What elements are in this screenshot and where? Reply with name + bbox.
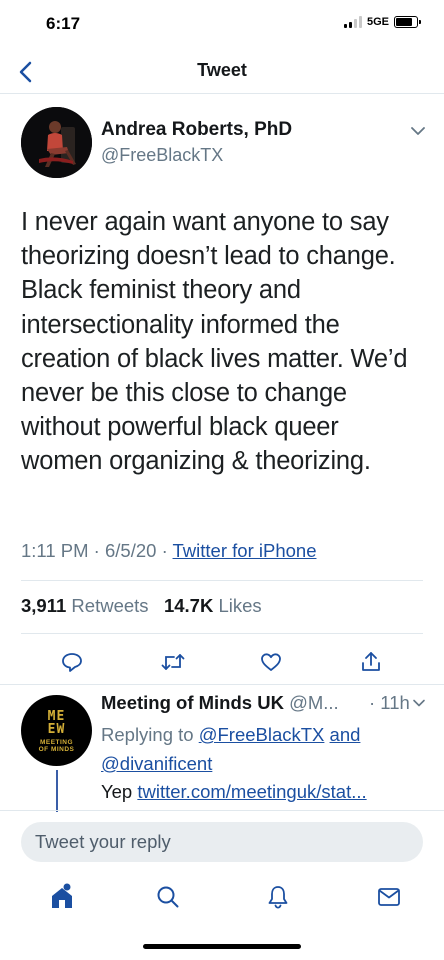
tweet-text: I never again want anyone to say theoriz… [21,208,408,476]
status-bar: 6:17 5GE [0,0,444,48]
notifications-icon [268,886,288,909]
share-button[interactable] [358,649,384,675]
signal-icon [343,16,362,28]
page-title: Tweet [197,60,247,80]
reply-icon [62,653,82,672]
like-icon [261,653,281,671]
replying-user-link[interactable]: @divanificent [101,753,212,774]
replying-to: Replying to @FreeBlackTX and @divanifice… [101,720,411,778]
avatar[interactable]: ME EW MEETING OF MINDS [21,695,92,766]
messages-icon [378,888,400,906]
avatar-logo-text: MEETING OF MINDS [38,739,75,753]
reply-text-body: Yep [101,781,133,802]
reply-header: Meeting of Minds UK @M... · 11h [101,692,431,714]
meta-separator: · [161,540,173,561]
tab-bar [0,872,444,922]
tweet-stats: 3,911 Retweets 14.7K Likes [21,595,262,617]
chevron-down-icon[interactable] [412,696,426,710]
avatar[interactable] [21,107,92,178]
share-icon [362,652,380,671]
reply-input-placeholder: Tweet your reply [35,831,171,852]
battery-icon [394,16,421,28]
meeting-of-minds-logo: ME EW [47,709,66,737]
status-time: 6:17 [46,14,81,33]
tweet-timestamp: 1:11 PM · 6/5/20 · Twitter for iPhone [21,540,316,562]
chevron-down-icon[interactable] [410,123,426,139]
reply-author-handle[interactable]: @M... [289,692,339,713]
tab-notifications[interactable] [263,882,293,912]
reply-input[interactable]: Tweet your reply [21,822,423,862]
search-icon [157,886,179,908]
home-indicator [143,944,301,949]
tweet-date: 6/5/20 [104,540,157,561]
retweets-label: Retweets [71,595,149,616]
reply-author-name[interactable]: Meeting of Minds UK [101,692,284,713]
retweets-count: 3,911 [21,595,67,616]
replying-user-link[interactable]: @FreeBlackTX [199,724,325,745]
likes-stat[interactable]: 14.7K Likes [164,595,262,616]
tab-messages[interactable] [374,882,404,912]
divider [21,633,423,634]
retweet-icon [161,654,185,670]
likes-label: Likes [218,595,262,616]
status-indicators: 5GE [343,16,421,28]
nav-bar: Tweet [0,48,444,94]
tweet-source-link[interactable]: Twitter for iPhone [173,540,317,561]
home-icon [52,883,72,908]
likes-count: 14.7K [163,595,214,616]
thread-line [56,770,58,812]
retweets-stat[interactable]: 3,911 Retweets [21,595,149,616]
network-label: 5GE [366,16,389,28]
avatar-image [21,107,92,178]
like-button[interactable] [258,649,284,675]
tab-home[interactable] [47,882,77,912]
reply-time: · 11h [369,692,410,713]
reply-link[interactable]: twitter.com/meetinguk/stat... [137,781,366,802]
replying-and[interactable]: and [330,724,361,745]
tab-search[interactable] [153,882,183,912]
divider [21,580,423,581]
meta-separator: · [93,540,105,561]
divider [0,810,444,811]
tweet-actions [0,645,444,683]
author-handle[interactable]: @FreeBlackTX [101,145,223,166]
author-name[interactable]: Andrea Roberts, PhD [101,119,292,141]
reply-button[interactable] [59,649,85,675]
tweet-time: 1:11 PM [21,540,89,561]
divider [0,684,444,685]
retweet-button[interactable] [160,649,186,675]
reply-text: Yep twitter.com/meetinguk/stat... [101,781,367,803]
replying-prefix: Replying to [101,724,194,745]
